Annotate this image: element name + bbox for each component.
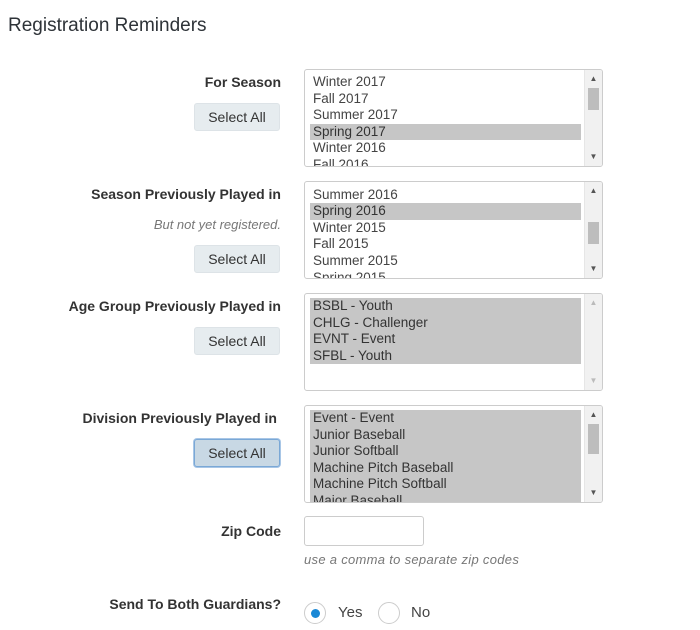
scroll-down-arrow-icon[interactable]: ▼ [585,262,602,276]
for-season-select-all-button[interactable]: Select All [194,103,280,131]
zip-code-input[interactable] [304,516,424,546]
for-season-label: For Season [204,74,281,90]
division-previously-select-all-button[interactable]: Select All [194,439,280,467]
guardians-no-radio[interactable] [378,602,400,624]
zip-code-label: Zip Code [221,523,281,539]
season-previously-listbox[interactable]: Fall 2016Summer 2016Spring 2016Winter 20… [304,181,603,279]
list-option[interactable]: Machine Pitch Softball [310,476,581,493]
list-option[interactable]: Fall 2017 [310,91,581,108]
list-option[interactable]: Fall 2016 [310,157,581,166]
season-previously-sublabel: But not yet registered. [153,217,281,232]
list-option[interactable]: Spring 2017 [310,123,581,141]
zip-code-hint: use a comma to separate zip codes [304,552,520,567]
age-group-previously-options: BSBL - Youth CHLG - Challenger EVNT - Even… [310,298,581,365]
radio-checked-dot [311,609,320,618]
scrollbar-thumb[interactable] [588,222,599,244]
age-group-previously-listbox[interactable]: BSBL - Youth CHLG - Challenger EVNT - Even… [304,293,603,391]
list-option[interactable]: BSBL - Youth [310,298,581,315]
age-group-previously-label: Age Group Previously Played in [68,298,281,314]
scroll-down-arrow-icon[interactable]: ▼ [585,150,602,164]
page-title: Registration Reminders [8,15,207,36]
list-option[interactable]: Fall 2015 [310,236,581,253]
scrollbar[interactable]: ▲ ▼ [584,182,602,278]
scroll-up-arrow-icon[interactable]: ▲ [585,184,602,198]
list-option[interactable]: CHLG - Challenger [310,314,581,332]
scrollbar[interactable]: ▲ ▼ [584,406,602,502]
division-previously-listbox[interactable]: Event - Event Junior Baseball Junior Softb… [304,405,603,503]
list-option[interactable]: Summer 2016 [310,187,581,204]
division-previously-options: Event - Event Junior Baseball Junior Softb… [310,410,581,502]
scrollbar[interactable]: ▲ ▼ [584,294,602,390]
guardians-no-label[interactable]: No [411,604,430,621]
list-option[interactable]: SFBL - Youth [310,347,581,365]
list-option[interactable]: Junior Baseball [310,426,581,444]
for-season-listbox[interactable]: Winter 2017 Fall 2017 Summer 2017 Spring 20… [304,69,603,167]
scroll-down-arrow-icon[interactable]: ▼ [585,374,602,388]
list-option[interactable]: Machine Pitch Baseball [310,459,581,477]
scrollbar-thumb[interactable] [588,424,599,454]
list-option[interactable]: Junior Softball [310,443,581,460]
scroll-up-arrow-icon[interactable]: ▲ [585,296,602,310]
list-option[interactable]: EVNT - Event [310,331,581,348]
division-previously-label: Division Previously Played in [82,410,277,426]
list-option[interactable]: Summer 2015 [310,253,581,270]
scroll-up-arrow-icon[interactable]: ▲ [585,408,602,422]
list-option[interactable]: Major Baseball [310,492,581,502]
scroll-down-arrow-icon[interactable]: ▼ [585,486,602,500]
list-option[interactable]: Event - Event [310,410,581,427]
list-option[interactable]: Summer 2017 [310,107,581,124]
scrollbar[interactable]: ▲ ▼ [584,70,602,166]
guardians-yes-radio[interactable] [304,602,326,624]
age-group-previously-select-all-button[interactable]: Select All [194,327,280,355]
season-previously-select-all-button[interactable]: Select All [194,245,280,273]
scrollbar-thumb[interactable] [588,88,599,110]
list-option[interactable]: Winter 2017 [310,74,581,91]
season-previously-label: Season Previously Played in [91,186,281,202]
list-option[interactable]: Winter 2016 [310,140,581,157]
for-season-options: Winter 2017 Fall 2017 Summer 2017 Spring 20… [310,74,581,166]
list-option[interactable]: Winter 2015 [310,220,581,237]
season-previously-options: Fall 2016Summer 2016Spring 2016Winter 20… [310,182,581,278]
list-option[interactable]: Spring 2016 [310,203,581,220]
scroll-up-arrow-icon[interactable]: ▲ [585,72,602,86]
guardians-yes-label[interactable]: Yes [338,604,362,621]
list-option[interactable]: Spring 2015 [310,270,581,278]
guardians-label: Send To Both Guardians? [109,596,281,612]
